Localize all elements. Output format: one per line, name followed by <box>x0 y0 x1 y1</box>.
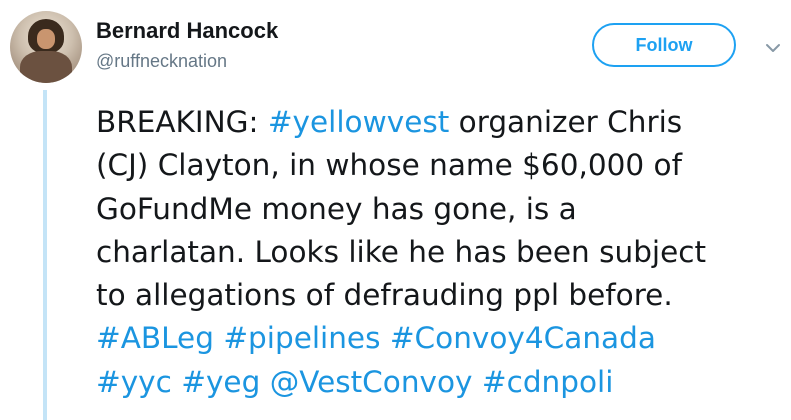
hashtag-link[interactable]: #yeg <box>181 365 260 399</box>
tweet-line: #yyc #yeg @VestConvoy #cdnpoli <box>96 361 786 404</box>
tweet-text-segment: to allegations of defrauding ppl before. <box>96 278 673 313</box>
hashtag-link[interactable]: #cdnpoli <box>482 365 614 399</box>
hashtag-link[interactable]: #Convoy4Canada <box>390 321 656 355</box>
tweet-line: charlatan. Looks like he has been subjec… <box>96 231 786 274</box>
tweet-line: #ABLeg #pipelines #Convoy4Canada <box>96 317 786 360</box>
avatar-face <box>37 29 55 49</box>
mention-link[interactable]: @VestConvoy <box>270 365 473 399</box>
author-name[interactable]: Bernard Hancock <box>96 18 278 44</box>
avatar-body <box>20 51 72 83</box>
avatar[interactable] <box>10 11 82 83</box>
tweet-line: BREAKING: #yellowvest organizer Chris <box>96 101 786 144</box>
hashtag-link[interactable]: #pipelines <box>223 321 380 355</box>
thread-line <box>43 90 47 420</box>
tweet-text-segment <box>380 321 389 355</box>
tweet-text-segment <box>214 321 223 355</box>
tweet-text: BREAKING: #yellowvest organizer Chris (CJ… <box>96 101 786 404</box>
tweet-text-segment: BREAKING: <box>96 105 268 139</box>
tweet-text-segment: organizer Chris <box>449 105 683 139</box>
tweet-text-segment <box>172 365 181 399</box>
follow-button[interactable]: Follow <box>592 23 736 67</box>
hashtag-link[interactable]: #yellowvest <box>268 105 449 139</box>
hashtag-link[interactable]: #yyc <box>96 365 172 399</box>
tweet-line: to allegations of defrauding ppl before. <box>96 274 786 317</box>
chevron-down-icon[interactable] <box>764 42 782 54</box>
tweet-text-segment: GoFundMe money has gone, is a <box>96 191 577 226</box>
tweet-text-segment: (CJ) Clayton, in whose name $60,000 of <box>96 148 682 183</box>
tweet-text-segment <box>473 365 482 399</box>
tweet-line: (CJ) Clayton, in whose name $60,000 of <box>96 144 786 187</box>
tweet-text-segment <box>260 365 269 399</box>
tweet-line: GoFundMe money has gone, is a <box>96 188 786 231</box>
hashtag-link[interactable]: #ABLeg <box>96 321 214 355</box>
tweet-text-segment: charlatan. Looks like he has been subjec… <box>96 234 707 269</box>
author-handle[interactable]: @ruffnecknation <box>96 50 227 72</box>
